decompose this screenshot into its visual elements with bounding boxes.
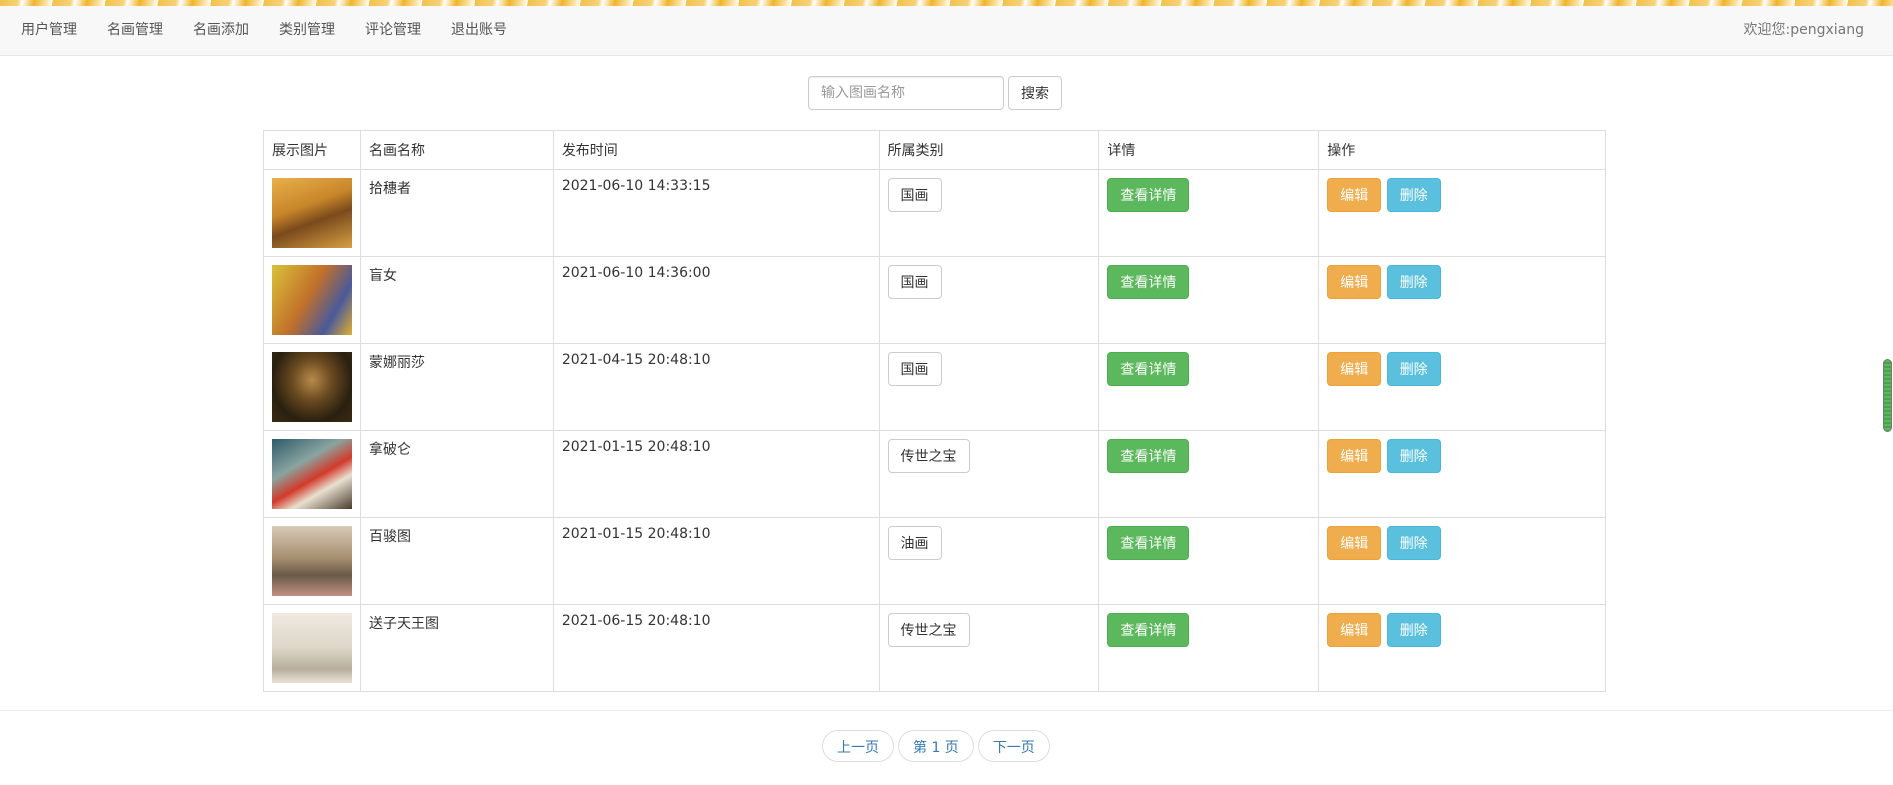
operation-cell: 编辑 删除 bbox=[1318, 604, 1606, 692]
welcome-text: 欢迎您:pengxiang bbox=[1743, 22, 1865, 38]
footer-divider bbox=[0, 710, 1893, 711]
pagination: 上一页 第 1 页 下一页 bbox=[822, 730, 1054, 762]
table-row: 盲女 2021-06-10 14:36:00 国画 查看详情 编辑 删除 bbox=[263, 256, 1606, 344]
painting-name: 百骏图 bbox=[360, 517, 554, 605]
detail-cell: 查看详情 bbox=[1098, 343, 1320, 431]
category-cell: 油画 bbox=[878, 517, 1100, 605]
edit-button[interactable]: 编辑 bbox=[1327, 178, 1382, 212]
operation-cell: 编辑 删除 bbox=[1318, 517, 1606, 605]
search-bar: 搜索 bbox=[808, 76, 1062, 110]
operation-cell: 编辑 删除 bbox=[1318, 169, 1606, 257]
view-detail-button[interactable]: 查看详情 bbox=[1107, 265, 1190, 299]
nav-item-user-management[interactable]: 用户管理 bbox=[21, 19, 77, 39]
delete-button[interactable]: 删除 bbox=[1386, 526, 1441, 560]
search-input[interactable] bbox=[808, 76, 1004, 110]
header-time: 发布时间 bbox=[552, 130, 880, 170]
operation-cell: 编辑 删除 bbox=[1318, 256, 1606, 344]
category-button[interactable]: 传世之宝 bbox=[887, 439, 970, 473]
painting-thumbnail bbox=[272, 439, 352, 509]
view-detail-button[interactable]: 查看详情 bbox=[1107, 613, 1190, 647]
category-button[interactable]: 国画 bbox=[887, 265, 942, 299]
publish-time: 2021-06-10 14:33:15 bbox=[552, 169, 880, 257]
detail-cell: 查看详情 bbox=[1098, 169, 1320, 257]
delete-button[interactable]: 删除 bbox=[1386, 352, 1441, 386]
header-name: 名画名称 bbox=[360, 130, 554, 170]
table-row: 百骏图 2021-01-15 20:48:10 油画 查看详情 编辑 删除 bbox=[263, 517, 1606, 605]
painting-name: 送子天王图 bbox=[360, 604, 554, 692]
next-page-button[interactable]: 下一页 bbox=[977, 730, 1050, 762]
publish-time: 2021-01-15 20:48:10 bbox=[552, 430, 880, 518]
edit-button[interactable]: 编辑 bbox=[1327, 613, 1382, 647]
category-button[interactable]: 油画 bbox=[887, 526, 942, 560]
image-cell bbox=[263, 343, 361, 431]
top-navbar: 用户管理 名画管理 名画添加 类别管理 评论管理 退出账号 欢迎您:pengxi… bbox=[0, 0, 1893, 56]
header-category: 所属类别 bbox=[878, 130, 1100, 170]
detail-cell: 查看详情 bbox=[1098, 604, 1320, 692]
publish-time: 2021-06-15 20:48:10 bbox=[552, 604, 880, 692]
nav-item-comment-management[interactable]: 评论管理 bbox=[365, 19, 421, 39]
image-cell bbox=[263, 517, 361, 605]
view-detail-button[interactable]: 查看详情 bbox=[1107, 178, 1190, 212]
nav-item-painting-management[interactable]: 名画管理 bbox=[107, 19, 163, 39]
image-cell bbox=[263, 430, 361, 518]
painting-thumbnail bbox=[272, 526, 352, 596]
image-cell bbox=[263, 169, 361, 257]
header-detail: 详情 bbox=[1098, 130, 1320, 170]
delete-button[interactable]: 删除 bbox=[1386, 265, 1441, 299]
table-row: 拾穗者 2021-06-10 14:33:15 国画 查看详情 编辑 删除 bbox=[263, 169, 1606, 257]
decorative-top-stripe bbox=[0, 0, 1893, 6]
painting-name: 蒙娜丽莎 bbox=[360, 343, 554, 431]
painting-thumbnail bbox=[272, 265, 352, 335]
nav-menu: 用户管理 名画管理 名画添加 类别管理 评论管理 退出账号 bbox=[0, 19, 516, 39]
nav-item-category-management[interactable]: 类别管理 bbox=[279, 19, 335, 39]
view-detail-button[interactable]: 查看详情 bbox=[1107, 352, 1190, 386]
prev-page-button[interactable]: 上一页 bbox=[822, 730, 894, 762]
view-detail-button[interactable]: 查看详情 bbox=[1107, 439, 1190, 473]
header-operation: 操作 bbox=[1318, 130, 1606, 170]
delete-button[interactable]: 删除 bbox=[1386, 613, 1441, 647]
table-header-row: 展示图片 名画名称 发布时间 所属类别 详情 操作 bbox=[263, 130, 1606, 170]
table-row: 蒙娜丽莎 2021-04-15 20:48:10 国画 查看详情 编辑 删除 bbox=[263, 343, 1606, 431]
painting-table: 展示图片 名画名称 发布时间 所属类别 详情 操作 拾穗者 2021-06-10… bbox=[263, 130, 1606, 692]
category-cell: 国画 bbox=[878, 256, 1100, 344]
painting-name: 盲女 bbox=[360, 256, 554, 344]
category-cell: 传世之宝 bbox=[878, 604, 1100, 692]
side-scroll-indicator[interactable] bbox=[1883, 359, 1892, 432]
painting-name: 拾穗者 bbox=[360, 169, 554, 257]
view-detail-button[interactable]: 查看详情 bbox=[1107, 526, 1190, 560]
painting-name: 拿破仑 bbox=[360, 430, 554, 518]
category-button[interactable]: 传世之宝 bbox=[887, 613, 970, 647]
category-button[interactable]: 国画 bbox=[887, 178, 942, 212]
category-button[interactable]: 国画 bbox=[887, 352, 942, 386]
category-cell: 国画 bbox=[878, 343, 1100, 431]
publish-time: 2021-04-15 20:48:10 bbox=[552, 343, 880, 431]
nav-item-logout[interactable]: 退出账号 bbox=[451, 19, 507, 39]
image-cell bbox=[263, 604, 361, 692]
painting-thumbnail bbox=[272, 352, 352, 422]
edit-button[interactable]: 编辑 bbox=[1327, 352, 1382, 386]
edit-button[interactable]: 编辑 bbox=[1327, 526, 1382, 560]
table-row: 拿破仑 2021-01-15 20:48:10 传世之宝 查看详情 编辑 删除 bbox=[263, 430, 1606, 518]
category-cell: 传世之宝 bbox=[878, 430, 1100, 518]
publish-time: 2021-06-10 14:36:00 bbox=[552, 256, 880, 344]
search-button[interactable]: 搜索 bbox=[1008, 76, 1062, 110]
delete-button[interactable]: 删除 bbox=[1386, 439, 1441, 473]
operation-cell: 编辑 删除 bbox=[1318, 430, 1606, 518]
delete-button[interactable]: 删除 bbox=[1386, 178, 1441, 212]
image-cell bbox=[263, 256, 361, 344]
detail-cell: 查看详情 bbox=[1098, 256, 1320, 344]
painting-thumbnail bbox=[272, 178, 352, 248]
operation-cell: 编辑 删除 bbox=[1318, 343, 1606, 431]
nav-item-painting-add[interactable]: 名画添加 bbox=[193, 19, 249, 39]
painting-thumbnail bbox=[272, 613, 352, 683]
table-row: 送子天王图 2021-06-15 20:48:10 传世之宝 查看详情 编辑 删… bbox=[263, 604, 1606, 692]
detail-cell: 查看详情 bbox=[1098, 517, 1320, 605]
edit-button[interactable]: 编辑 bbox=[1327, 265, 1382, 299]
current-page-indicator[interactable]: 第 1 页 bbox=[898, 730, 974, 762]
category-cell: 国画 bbox=[878, 169, 1100, 257]
detail-cell: 查看详情 bbox=[1098, 430, 1320, 518]
header-image: 展示图片 bbox=[263, 130, 361, 170]
publish-time: 2021-01-15 20:48:10 bbox=[552, 517, 880, 605]
edit-button[interactable]: 编辑 bbox=[1327, 439, 1382, 473]
